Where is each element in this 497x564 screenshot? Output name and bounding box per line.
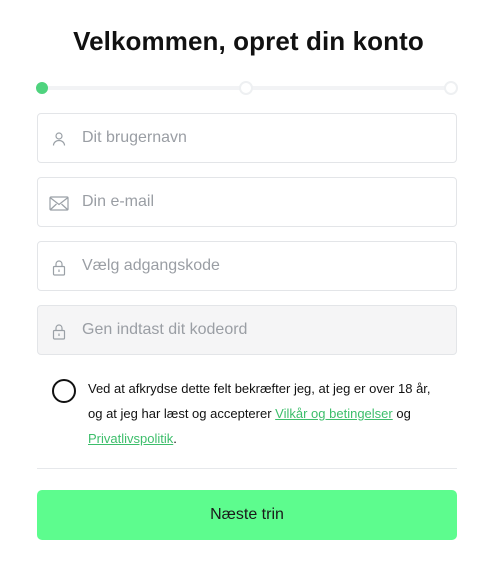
username-field[interactable] <box>37 113 457 163</box>
step-2-indicator <box>239 81 253 95</box>
password-confirm-field[interactable] <box>37 305 457 355</box>
password-confirm-input[interactable] <box>82 306 442 354</box>
password-field[interactable] <box>37 241 457 291</box>
terms-text-middle: og <box>392 406 411 421</box>
step-1-indicator <box>36 82 48 94</box>
terms-link[interactable]: Vilkår og betingelser <box>275 406 393 421</box>
next-step-button[interactable]: Næste trin <box>37 490 457 540</box>
email-field[interactable] <box>37 177 457 227</box>
username-input[interactable] <box>82 114 442 162</box>
terms-text-after: . <box>173 431 177 446</box>
divider <box>37 468 457 469</box>
terms-checkbox[interactable] <box>52 379 76 403</box>
password-input[interactable] <box>82 242 442 290</box>
step-progress <box>36 80 458 96</box>
page-title: Velkommen, opret din konto <box>73 26 424 56</box>
terms-text: Ved at afkrydse dette felt bekræfter jeg… <box>88 376 448 451</box>
mail-icon <box>48 192 70 214</box>
step-3-indicator <box>444 81 458 95</box>
lock-icon <box>48 256 70 278</box>
email-input[interactable] <box>82 178 442 226</box>
user-icon <box>48 128 70 150</box>
privacy-link[interactable]: Privatlivspolitik <box>88 431 173 446</box>
lock-icon <box>48 320 70 342</box>
